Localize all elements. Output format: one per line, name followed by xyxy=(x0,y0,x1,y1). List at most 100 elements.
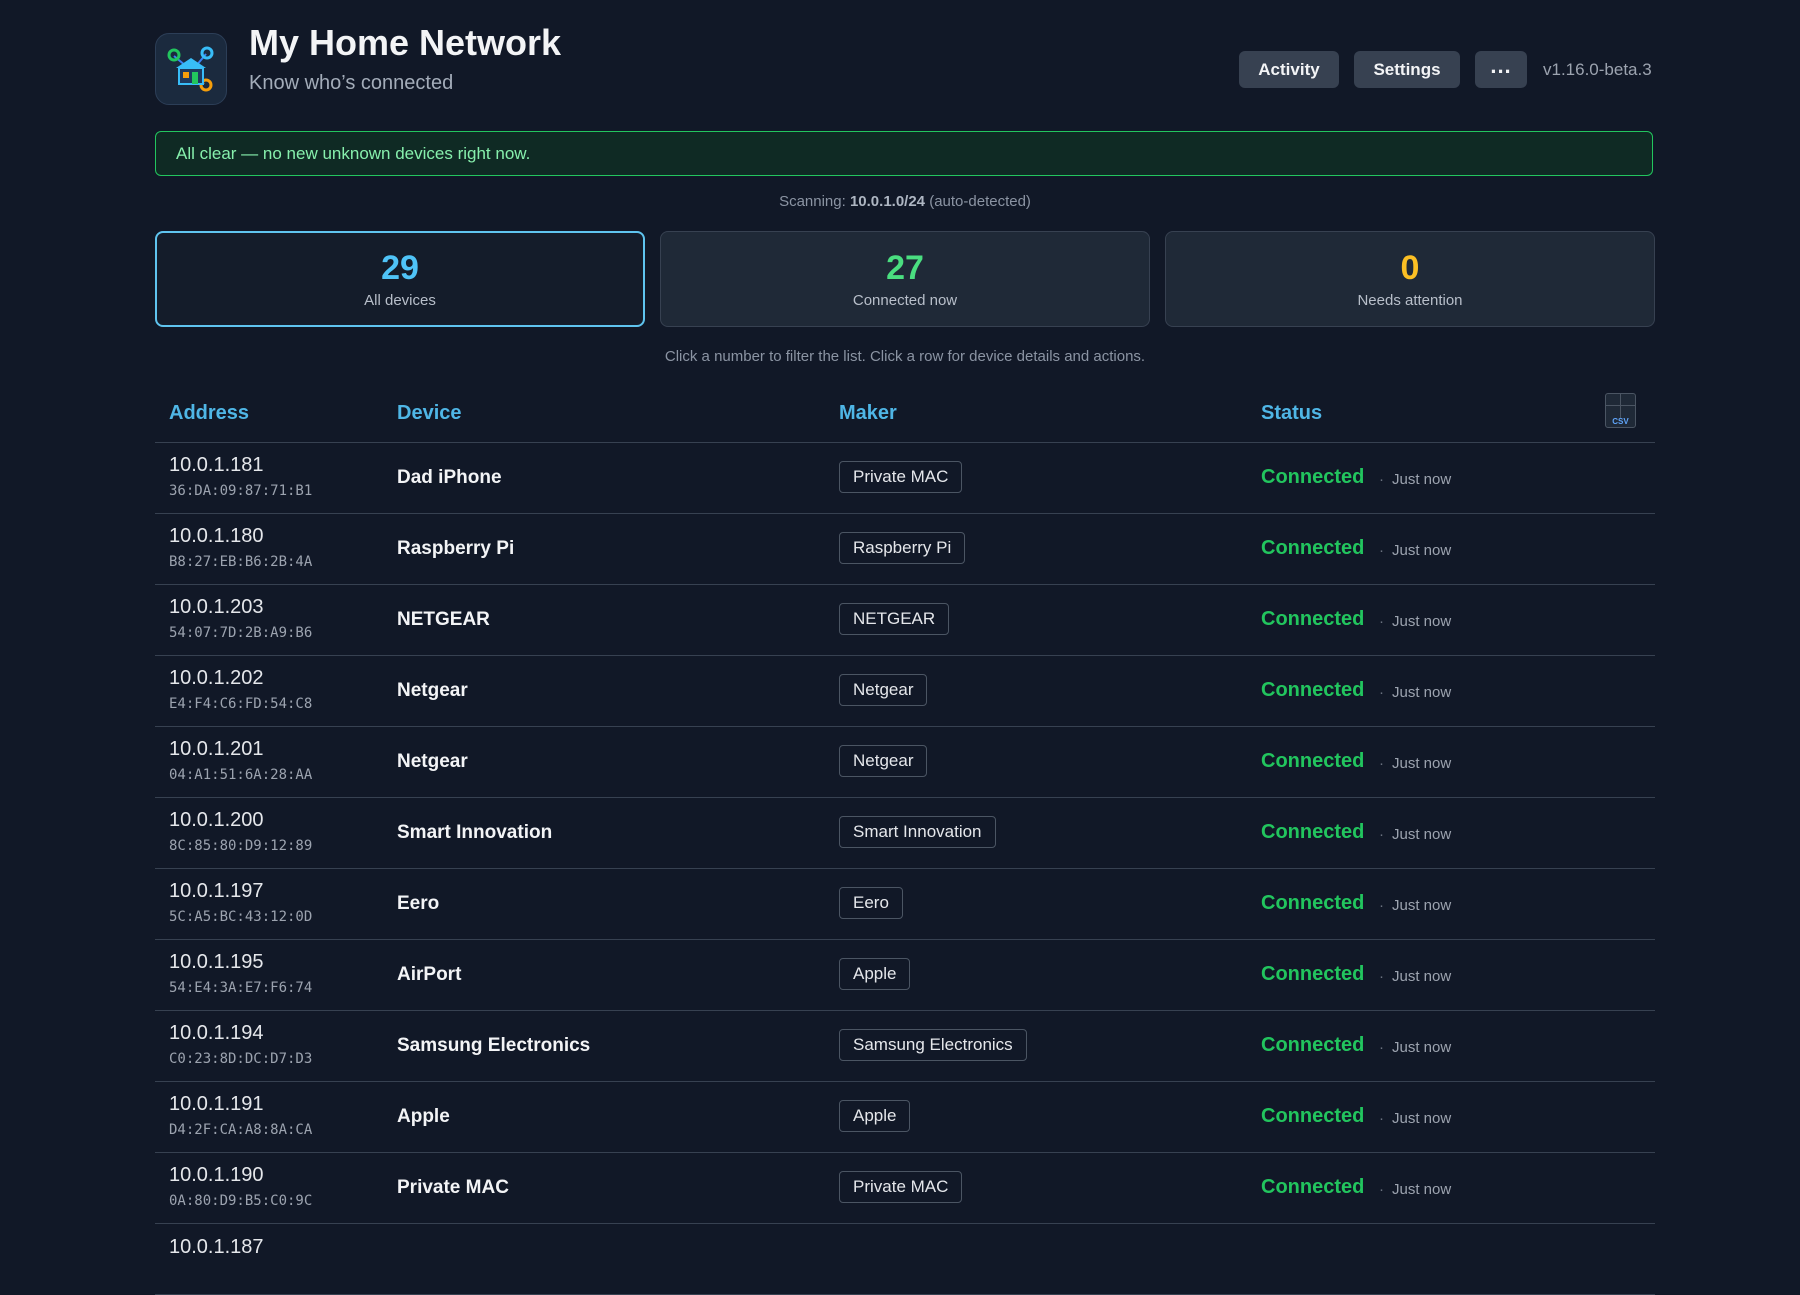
last-seen: Just now xyxy=(1379,613,1451,630)
status-banner: All clear — no new unknown devices right… xyxy=(155,131,1653,176)
maker-badge: Apple xyxy=(839,1100,911,1132)
table-row[interactable]: 10.0.1.190 0A:80:D9:B5:C0:9C Private MAC Pr… xyxy=(155,1153,1655,1224)
mac-address: 54:07:7D:2B:A9:B6 xyxy=(169,625,313,641)
stat-all-devices[interactable]: 29 All devices xyxy=(155,231,645,327)
stat-value: 27 xyxy=(886,249,924,287)
status-label: Connected xyxy=(1261,466,1365,488)
last-seen: Just now xyxy=(1379,897,1451,914)
last-seen: Just now xyxy=(1379,968,1451,985)
maker-badge: Private MAC xyxy=(839,461,963,493)
table-row[interactable]: 10.0.1.180 B8:27:EB:B6:2B:4A Raspberry Pi R… xyxy=(155,514,1655,585)
status-label: Connected xyxy=(1261,750,1365,772)
device-name: Eero xyxy=(397,893,440,914)
column-header-status[interactable]: Status xyxy=(1261,402,1322,425)
column-header-device[interactable]: Device xyxy=(397,402,462,425)
status-label: Connected xyxy=(1261,679,1365,701)
mac-address: C0:23:8D:DC:D7:D3 xyxy=(169,1051,313,1067)
table-row[interactable]: 10.0.1.197 5C:A5:BC:43:12:0D Eero Eero Conne… xyxy=(155,869,1655,940)
table-row[interactable]: 10.0.1.201 04:A1:51:6A:28:AA Netgear Netgea… xyxy=(155,727,1655,798)
stat-value: 29 xyxy=(381,249,419,287)
ip-address: 10.0.1.180 xyxy=(169,525,264,547)
maker-badge: Private MAC xyxy=(839,1171,963,1203)
mac-address: E4:F4:C6:FD:54:C8 xyxy=(169,696,313,712)
ip-address: 10.0.1.187 xyxy=(169,1236,264,1258)
last-seen: Just now xyxy=(1379,471,1451,488)
mac-address: 36:DA:09:87:71:B1 xyxy=(169,483,313,499)
table-row[interactable]: 10.0.1.191 D4:2F:CA:A8:8A:CA Apple Apple Con… xyxy=(155,1082,1655,1153)
device-name: Apple xyxy=(397,1106,450,1127)
table-row[interactable]: 10.0.1.187 xyxy=(155,1224,1655,1295)
app-title: My Home Network xyxy=(249,22,562,63)
status-label: Connected xyxy=(1261,963,1365,985)
network-logo-icon xyxy=(155,33,227,105)
status-label: Connected xyxy=(1261,821,1365,843)
ip-address: 10.0.1.203 xyxy=(169,596,264,618)
app-subtitle: Know who’s connected xyxy=(249,72,454,94)
app-container: My Home Network Know who’s connected Act… xyxy=(155,0,1655,1295)
stat-label: Connected now xyxy=(852,292,958,309)
maker-badge: Smart Innovation xyxy=(839,816,996,848)
table-body: 10.0.1.181 36:DA:09:87:71:B1 Dad iPhone Pri… xyxy=(155,443,1655,1295)
last-seen: Just now xyxy=(1379,1110,1451,1127)
maker-badge: Apple xyxy=(839,958,911,990)
maker-badge: Eero xyxy=(839,887,903,919)
table-row[interactable]: 10.0.1.194 C0:23:8D:DC:D7:D3 Samsung Elect… xyxy=(155,1011,1655,1082)
last-seen: Just now xyxy=(1379,542,1451,559)
filter-hint: Click a number to filter the list. Click… xyxy=(664,348,1146,365)
device-name: Smart Innovation xyxy=(397,822,553,843)
ip-address: 10.0.1.195 xyxy=(169,951,264,973)
device-name: AirPort xyxy=(397,964,462,985)
device-name: Dad iPhone xyxy=(397,467,502,488)
ip-address: 10.0.1.201 xyxy=(169,738,264,760)
ip-address: 10.0.1.202 xyxy=(169,667,264,689)
status-label: Connected xyxy=(1261,608,1365,630)
column-header-address[interactable]: Address xyxy=(169,402,249,425)
device-name: Raspberry Pi xyxy=(397,538,515,559)
device-name: Netgear xyxy=(397,751,468,772)
table-row[interactable]: 10.0.1.195 54:E4:3A:E7:F6:74 AirPort Apple C… xyxy=(155,940,1655,1011)
scanning-info: Scanning: 10.0.1.0/24 (auto-detected) xyxy=(155,193,1655,210)
maker-badge: NETGEAR xyxy=(839,603,950,635)
scanning-prefix: Scanning: xyxy=(779,193,846,210)
table-row[interactable]: 10.0.1.203 54:07:7D:2B:A9:B6 NETGEAR NETGEA… xyxy=(155,585,1655,656)
device-name: Private MAC xyxy=(397,1177,509,1198)
mac-address: 5C:A5:BC:43:12:0D xyxy=(169,909,313,925)
ip-address: 10.0.1.191 xyxy=(169,1093,264,1115)
status-label: Connected xyxy=(1261,537,1365,559)
stat-needs-attention[interactable]: 0 Needs attention xyxy=(1165,231,1655,327)
last-seen: Just now xyxy=(1379,755,1451,772)
stat-connected-now[interactable]: 27 Connected now xyxy=(660,231,1150,327)
mac-address: 04:A1:51:6A:28:AA xyxy=(169,767,313,783)
last-seen: Just now xyxy=(1379,684,1451,701)
app-header: My Home Network Know who’s connected Act… xyxy=(155,0,1655,120)
ip-address: 10.0.1.194 xyxy=(169,1022,264,1044)
status-label: Connected xyxy=(1261,1105,1365,1127)
maker-badge: Netgear xyxy=(839,745,928,777)
table-row[interactable]: 10.0.1.200 8C:85:80:D9:12:89 Smart Innovat… xyxy=(155,798,1655,869)
mac-address: 0A:80:D9:B5:C0:9C xyxy=(169,1193,313,1209)
last-seen: Just now xyxy=(1379,1039,1451,1056)
mac-address: D4:2F:CA:A8:8A:CA xyxy=(169,1122,313,1138)
last-seen: Just now xyxy=(1379,1181,1451,1198)
ip-address: 10.0.1.190 xyxy=(169,1164,264,1186)
table-row[interactable]: 10.0.1.202 E4:F4:C6:FD:54:C8 Netgear Netgea… xyxy=(155,656,1655,727)
ip-address: 10.0.1.181 xyxy=(169,454,264,476)
device-name: NETGEAR xyxy=(397,609,490,630)
version-label: v1.16.0-beta.3 xyxy=(1543,60,1652,79)
more-menu-button[interactable]: ... xyxy=(1475,51,1527,88)
table-row[interactable]: 10.0.1.181 36:DA:09:87:71:B1 Dad iPhone Pri… xyxy=(155,443,1655,514)
stat-label: Needs attention xyxy=(1357,292,1463,309)
column-header-maker[interactable]: Maker xyxy=(839,402,897,425)
status-label: Connected xyxy=(1261,1034,1365,1056)
last-seen: Just now xyxy=(1379,826,1451,843)
activity-button[interactable]: Activity xyxy=(1239,51,1339,88)
csv-export-button[interactable]: CSV xyxy=(1605,393,1636,428)
mac-address: 8C:85:80:D9:12:89 xyxy=(169,838,313,854)
settings-button[interactable]: Settings xyxy=(1354,51,1460,88)
status-label: Connected xyxy=(1261,892,1365,914)
stat-value: 0 xyxy=(1400,249,1420,287)
status-label: Connected xyxy=(1261,1176,1365,1198)
stat-label: All devices xyxy=(364,292,436,309)
maker-badge: Samsung Electronics xyxy=(839,1029,1027,1061)
scanning-subnet: 10.0.1.0/24 xyxy=(849,193,926,210)
